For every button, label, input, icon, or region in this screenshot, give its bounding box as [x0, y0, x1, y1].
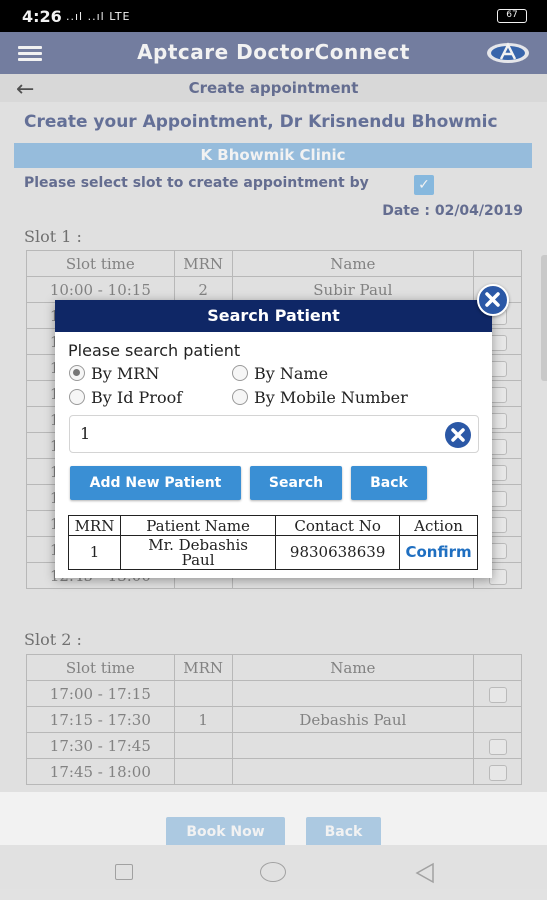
patient-name-line: Paul — [181, 550, 215, 569]
radio-label: By Mobile Number — [254, 388, 408, 407]
radio-label: By Id Proof — [91, 388, 183, 407]
result-action: Confirm — [399, 535, 478, 570]
result-contact: 9830638639 — [275, 535, 401, 570]
column-header: Contact No — [275, 515, 401, 536]
radio-label: By Name — [254, 364, 329, 383]
search-button[interactable]: Search — [250, 466, 342, 500]
radio-selected-icon — [69, 365, 85, 381]
dialog-prompt: Please search patient — [68, 341, 241, 360]
search-patient-dialog: Search Patient Please search patient By … — [55, 300, 492, 578]
search-results-table: MRN Patient Name Contact No Action 1 Mr.… — [68, 515, 478, 570]
table-row: 1 Mr. Debashis Paul 9830638639 Confirm — [68, 535, 478, 570]
radio-by-mobile-number[interactable]: By Mobile Number — [232, 388, 408, 407]
radio-by-mrn[interactable]: By MRN — [69, 364, 159, 383]
confirm-link[interactable]: Confirm — [405, 543, 471, 561]
radio-by-id-proof[interactable]: By Id Proof — [69, 388, 182, 407]
column-header: MRN — [68, 515, 121, 536]
radio-icon — [232, 389, 248, 405]
patient-search-input[interactable]: 1 — [69, 415, 479, 453]
close-dialog-icon[interactable] — [477, 284, 509, 316]
search-input-value: 1 — [80, 424, 91, 443]
dialog-title: Search Patient — [55, 300, 492, 332]
radio-by-name[interactable]: By Name — [232, 364, 328, 383]
result-patient-name: Mr. Debashis Paul — [119, 535, 277, 570]
dialog-back-button[interactable]: Back — [351, 466, 427, 500]
radio-icon — [69, 389, 85, 405]
add-new-patient-button[interactable]: Add New Patient — [70, 466, 241, 500]
result-mrn: 1 — [68, 535, 121, 570]
clear-search-icon[interactable] — [443, 420, 473, 450]
radio-icon — [232, 365, 248, 381]
column-header: Patient Name — [119, 515, 277, 536]
radio-label: By MRN — [91, 364, 160, 383]
column-header: Action — [399, 515, 478, 536]
